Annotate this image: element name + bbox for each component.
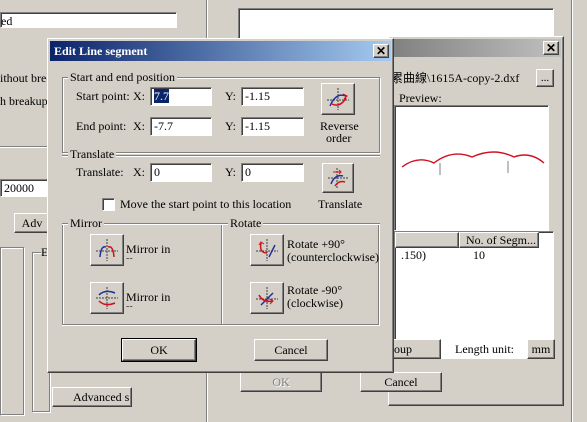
start-end-group-label: Start and end position (68, 70, 177, 84)
mirror-vertical-button[interactable] (90, 234, 124, 266)
preview-curve (401, 151, 545, 175)
translate-icon (328, 168, 348, 188)
dialog-titlebar: Edit Line segment (50, 41, 391, 61)
mirror-suffix-1: -- (126, 253, 133, 264)
translate-button-label: Translate (318, 197, 363, 211)
list-cell-1: .150) (401, 248, 426, 262)
background-dialog-titlebar (391, 39, 561, 57)
preview-label: Preview: (399, 91, 442, 105)
translate-button[interactable] (322, 163, 354, 193)
edit-line-segment-dialog: Edit Line segment ✕ Start and end positi… (47, 38, 394, 373)
preview-box (394, 105, 549, 231)
close-icon: ✕ (375, 44, 387, 58)
move-start-checkbox[interactable] (102, 198, 115, 211)
without-break-label: ithout bree (0, 71, 52, 85)
background-close-button[interactable]: ✕ (543, 41, 559, 55)
list-header-1[interactable] (395, 232, 459, 248)
start-point-label: Start point: (76, 89, 130, 103)
reverse-order-button[interactable] (321, 83, 355, 115)
start-x-field[interactable]: 7.7 (150, 87, 212, 106)
start-x-label: X: (133, 89, 145, 103)
rotate-cw-icon (256, 287, 278, 309)
rotate-ccw-button[interactable] (250, 234, 284, 266)
end-y-field[interactable]: -1.15 (241, 117, 304, 136)
cancel-button[interactable]: Cancel (254, 339, 328, 361)
start-y-field[interactable]: -1.15 (241, 87, 304, 106)
mirror-horizontal-icon (96, 287, 118, 309)
top-field[interactable]: ed (0, 12, 177, 28)
length-unit-button[interactable]: mm (527, 339, 555, 359)
file-path-field: 累曲線\1615A-copy-2.dxf (391, 71, 520, 85)
mirror-vertical-icon (96, 239, 118, 261)
translate-y-label: Y: (225, 165, 236, 179)
end-point-label: End point: (76, 119, 127, 133)
rotate-right-edge (378, 225, 380, 325)
group-button[interactable]: oup (391, 339, 441, 359)
mirror-suffix-2: -- (126, 301, 133, 312)
mirror-group-label: Mirror (68, 216, 104, 230)
rotate-ccw-icon (256, 239, 278, 261)
dialog-title: Edit Line segment (54, 44, 148, 58)
reverse-label-2: order (326, 131, 352, 145)
translate-x-field[interactable]: 0 (150, 163, 212, 182)
end-y-label: Y: (225, 119, 236, 133)
ok-button[interactable]: OK (121, 338, 197, 362)
end-x-field[interactable]: -7.7 (150, 117, 212, 136)
adv-button[interactable]: Adv (14, 213, 50, 233)
dialog-close-button[interactable]: ✕ (373, 44, 389, 58)
translate-label: Translate: (76, 165, 124, 179)
rotate-cw-label-1: Rotate -90° (287, 283, 343, 297)
advanced-button[interactable]: Advanced s (52, 387, 132, 407)
translate-y-field[interactable]: 0 (241, 163, 304, 182)
list-cell-2: 10 (473, 248, 485, 262)
close-icon: ✕ (545, 41, 557, 55)
translate-x-label: X: (133, 165, 145, 179)
right-vertical-edge (571, 0, 573, 422)
end-x-label: X: (133, 119, 145, 133)
translate-group-label: Translate (68, 147, 117, 161)
rotate-cw-label-2: (clockwise) (287, 296, 343, 310)
rotate-ccw-label-2: (counterclockwise) (287, 250, 379, 264)
list-header-no-of-segm[interactable]: No. of Segm... (459, 232, 539, 248)
length-unit-label: Length unit: (455, 342, 514, 356)
start-y-label: Y: (225, 89, 236, 103)
left-group-frame (0, 247, 24, 415)
reverse-order-icon (327, 88, 349, 110)
mirror-rotate-vdivider (221, 225, 223, 325)
mirror-rotate-bottom (62, 324, 380, 326)
mirror-left-edge (62, 225, 64, 325)
rotate-ccw-label-1: Rotate +90° (287, 237, 345, 251)
background-dialog: ✕ 累曲線\1615A-copy-2.dxf ... Preview: No. … (388, 36, 564, 406)
browse-button[interactable]: ... (536, 69, 554, 87)
start-x-value: 7.7 (154, 89, 169, 103)
move-start-label: Move the start point to this location (120, 197, 292, 211)
background-cancel-button[interactable]: Cancel (360, 372, 442, 392)
rotate-cw-button[interactable] (250, 282, 284, 314)
rotate-group-label: Rotate (228, 216, 264, 230)
left-hline-1 (0, 146, 48, 148)
breakup-label: h breakup (0, 94, 48, 108)
mirror-horizontal-button[interactable] (90, 282, 124, 314)
background-ok-button[interactable]: OK (240, 372, 322, 392)
